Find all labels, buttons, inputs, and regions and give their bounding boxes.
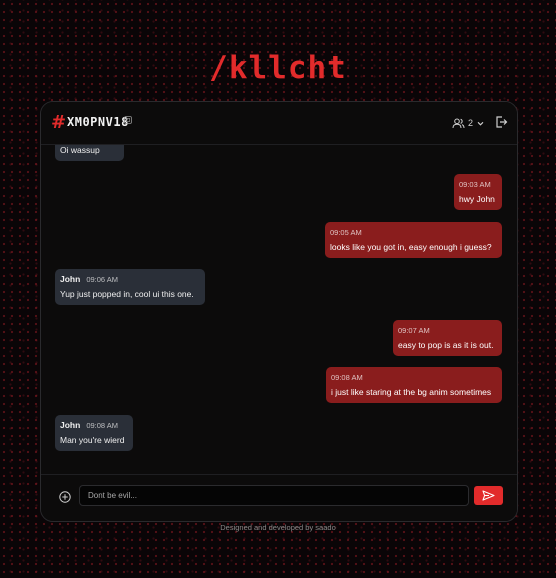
chat-header: # XM0PNV18 2 [41,102,517,145]
message-text: i just like staring at the bg anim somet… [331,387,492,397]
composer-bar [41,474,517,521]
message-time: 09:06 AM [86,275,119,284]
message-text: Oi wassup [60,145,100,155]
message-outgoing: 09:03 AM hwy John [454,174,502,210]
message-text: Man you're wierd [60,435,125,445]
message-time: 09:08 AM [331,373,363,382]
room-code: XM0PNV18 [67,115,129,129]
message-list[interactable]: Oi wassup 09:03 AM hwy John 09:05 AM loo… [41,102,517,474]
message-outgoing: 09:07 AM easy to pop is as it is out. [393,320,502,356]
user-count: 2 [468,118,474,128]
message-incoming: John 09:06 AM Yup just popped in, cool u… [55,269,205,305]
copy-icon[interactable] [124,116,132,124]
users-dropdown[interactable]: 2 [452,116,485,130]
leave-room-icon[interactable] [494,115,508,129]
message-text: easy to pop is as it is out. [398,340,494,350]
users-icon [452,118,465,128]
chat-window: Oi wassup 09:03 AM hwy John 09:05 AM loo… [40,101,518,522]
message-time: 09:03 AM [459,180,491,189]
message-outgoing: 09:08 AM i just like staring at the bg a… [326,367,502,403]
message-text: hwy John [459,194,495,204]
send-icon [482,490,495,501]
message-time: 09:05 AM [330,228,362,237]
message-text: looks like you got in, easy enough i gue… [330,242,492,252]
message-outgoing: 09:05 AM looks like you got in, easy eno… [325,222,502,258]
message-input[interactable] [79,485,469,506]
message-author: John [60,420,81,430]
chevron-down-icon [477,121,484,126]
message-time: 09:08 AM [86,421,119,430]
message-text: Yup just popped in, cool ui this one. [60,289,194,299]
add-attachment-icon[interactable] [59,491,71,503]
message-time: 09:07 AM [398,326,430,335]
app-logo: /kllcht [209,50,347,86]
message-author: John [60,274,81,284]
footer-credit: Designed and developed by saado [220,523,336,532]
message-incoming: John 09:08 AM Man you're wierd [55,415,133,451]
send-button[interactable] [474,486,503,505]
hash-icon: # [51,112,67,133]
